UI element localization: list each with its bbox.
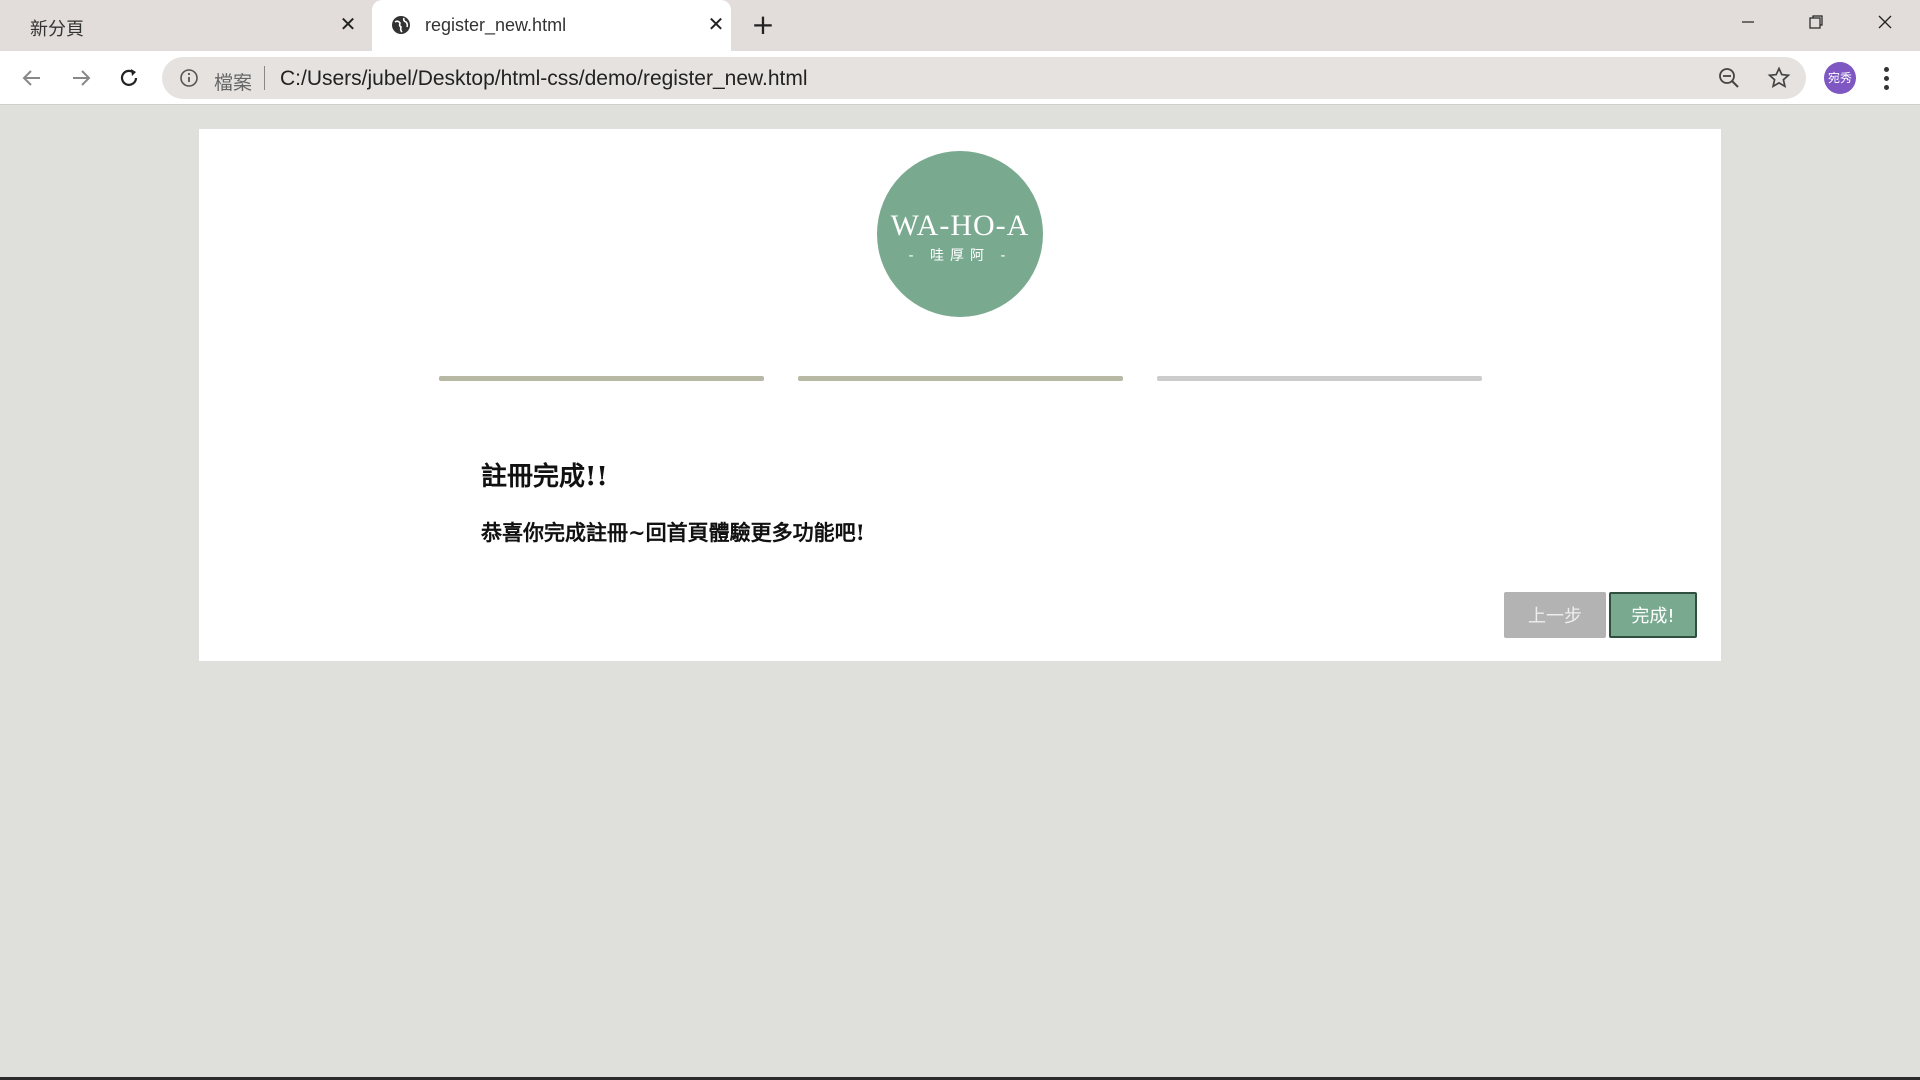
finish-button[interactable]: 完成! <box>1609 592 1697 638</box>
divider <box>264 66 265 90</box>
logo-subtext: - 哇厚阿 - <box>908 248 1012 264</box>
tab-title: 新分頁 <box>30 19 84 39</box>
close-window-button[interactable] <box>1862 8 1908 36</box>
restore-icon <box>1809 15 1823 29</box>
info-icon[interactable] <box>179 68 199 88</box>
page-viewport: WA-HO-A - 哇厚阿 - 註冊完成!! 恭喜你完成註冊~回首頁體驗更多功能… <box>0 106 1920 1080</box>
register-card: WA-HO-A - 哇厚阿 - 註冊完成!! 恭喜你完成註冊~回首頁體驗更多功能… <box>199 129 1721 661</box>
close-icon <box>1878 15 1892 29</box>
url-text[interactable]: C:/Users/jubel/Desktop/html-css/demo/reg… <box>280 67 808 91</box>
previous-step-button[interactable]: 上一步 <box>1504 592 1606 638</box>
file-scheme-label: 檔案 <box>214 73 253 94</box>
reload-icon <box>120 69 138 86</box>
tab-title: register_new.html <box>425 15 567 35</box>
bookmark-star-icon[interactable] <box>1767 66 1791 90</box>
forward-arrow-icon <box>73 70 91 86</box>
tab-close-icon[interactable]: ✕ <box>337 13 359 35</box>
forward-button[interactable] <box>67 64 95 92</box>
back-button[interactable] <box>18 64 46 92</box>
menu-dot <box>1883 75 1889 81</box>
zoom-out-icon[interactable] <box>1718 67 1740 89</box>
toolbar: 檔案 C:/Users/jubel/Desktop/html-css/demo/… <box>0 51 1920 105</box>
logo-text: WA-HO-A <box>890 209 1030 242</box>
success-message: 恭喜你完成註冊~回首頁體驗更多功能吧! <box>481 520 865 545</box>
restore-button[interactable] <box>1793 8 1839 36</box>
new-tab-button[interactable]: + <box>749 11 777 39</box>
minimize-icon <box>1742 21 1754 23</box>
brand-logo: WA-HO-A - 哇厚阿 - <box>877 151 1043 317</box>
address-bar[interactable]: 檔案 C:/Users/jubel/Desktop/html-css/demo/… <box>162 57 1806 99</box>
reload-button[interactable] <box>115 64 143 92</box>
tab-strip: 新分頁 ✕ register_new.html ✕ + <box>0 0 1920 51</box>
browser-menu-button[interactable] <box>1876 64 1896 92</box>
globe-icon <box>392 16 410 34</box>
progress-step-2 <box>798 376 1123 381</box>
back-arrow-icon <box>22 70 40 86</box>
menu-dot <box>1883 84 1889 90</box>
tab-close-icon[interactable]: ✕ <box>705 13 727 35</box>
page-title: 註冊完成!! <box>481 462 608 492</box>
progress-step-3 <box>1157 376 1482 381</box>
progress-step-1 <box>439 376 764 381</box>
minimize-button[interactable] <box>1725 8 1771 36</box>
profile-avatar[interactable]: 宛秀 <box>1824 62 1856 94</box>
menu-dot <box>1883 66 1889 72</box>
tab-new-tab[interactable]: 新分頁 ✕ <box>0 0 370 51</box>
tab-register-new[interactable]: register_new.html ✕ <box>372 0 731 51</box>
